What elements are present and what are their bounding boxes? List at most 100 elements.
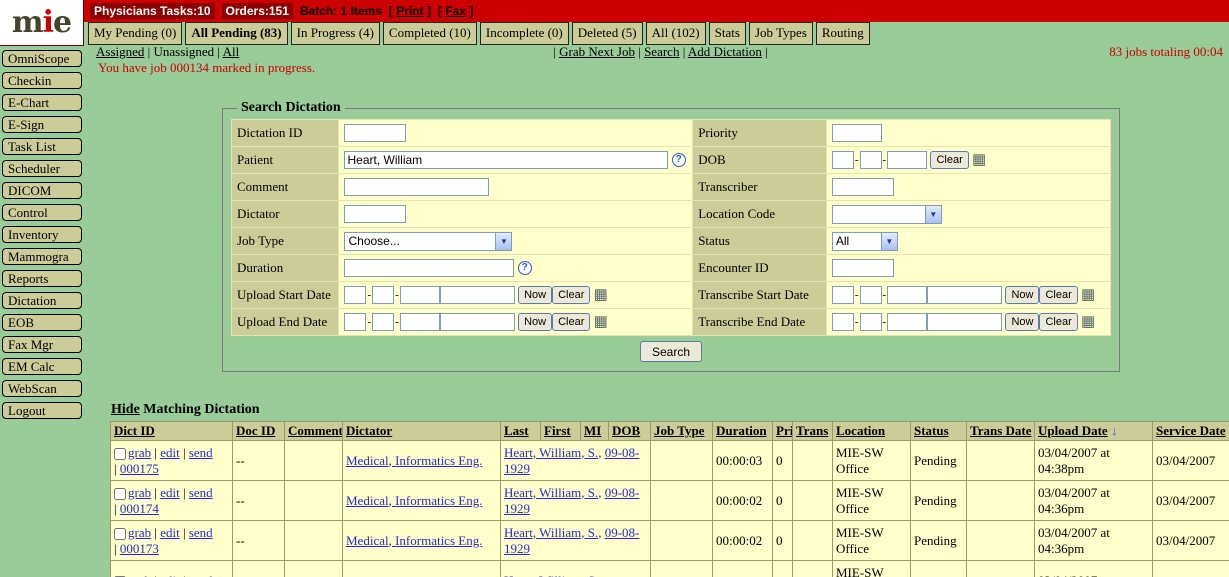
sidebar-item-checkin[interactable]: Checkin: [2, 72, 82, 89]
upload-end-clear-button[interactable]: Clear: [552, 313, 590, 331]
transcriber-input[interactable]: [832, 178, 894, 196]
help-icon[interactable]: ?: [518, 261, 532, 275]
duration-input[interactable]: [344, 259, 514, 277]
edit-link[interactable]: edit: [160, 525, 180, 540]
sidebar-item-inventory[interactable]: Inventory: [2, 226, 82, 243]
dictator-input[interactable]: [344, 205, 406, 223]
transcribe-end-month-input[interactable]: [832, 313, 854, 331]
transcribe-start-clear-button[interactable]: Clear: [1039, 286, 1077, 304]
tab-incomplete[interactable]: Incomplete (0): [480, 22, 569, 45]
dict-id-link[interactable]: 000175: [120, 461, 159, 476]
edit-link[interactable]: edit: [160, 573, 180, 577]
tab-deleted[interactable]: Deleted (5): [572, 22, 643, 45]
calendar-icon[interactable]: ▦: [594, 315, 608, 329]
dob-clear-button[interactable]: Clear: [930, 151, 968, 169]
edit-link[interactable]: edit: [160, 445, 180, 460]
col-dob[interactable]: DOB: [612, 423, 640, 438]
unassigned-current[interactable]: Unassigned: [154, 44, 215, 59]
send-link[interactable]: send: [189, 485, 213, 500]
col-last[interactable]: Last: [504, 423, 529, 438]
encounter-id-input[interactable]: [832, 259, 894, 277]
col-trans-date[interactable]: Trans Date: [970, 423, 1032, 438]
tab-stats[interactable]: Stats: [709, 22, 746, 45]
dict-id-link[interactable]: 000173: [120, 541, 159, 556]
sidebar-item-fax-mgr[interactable]: Fax Mgr: [2, 336, 82, 353]
patient-link[interactable]: Heart, William, S.,: [504, 573, 601, 577]
app-logo[interactable]: mie: [0, 0, 84, 46]
tab-all[interactable]: All (102): [646, 22, 706, 45]
calendar-icon[interactable]: ▦: [1081, 288, 1095, 302]
send-link[interactable]: send: [189, 525, 213, 540]
col-status[interactable]: Status: [914, 423, 949, 438]
col-duration[interactable]: Duration: [716, 423, 767, 438]
dob-month-input[interactable]: [832, 151, 854, 169]
sidebar-item-e-chart[interactable]: E-Chart: [2, 94, 82, 111]
patient-input[interactable]: [344, 151, 668, 169]
send-link[interactable]: send: [189, 573, 213, 577]
edit-link[interactable]: edit: [160, 485, 180, 500]
upload-end-time-input[interactable]: [440, 313, 515, 331]
row-select-checkbox[interactable]: [114, 488, 126, 500]
dictator-link[interactable]: Medical, Informatics Eng.: [346, 493, 482, 508]
add-dictation-link[interactable]: Add Dictation: [688, 44, 762, 59]
tab-in-progress[interactable]: In Progress (4): [291, 22, 380, 45]
sidebar-item-logout[interactable]: Logout: [2, 402, 82, 419]
sidebar-item-dicom[interactable]: DICOM: [2, 182, 82, 199]
dictation-id-input[interactable]: [344, 124, 406, 142]
send-link[interactable]: send: [189, 445, 213, 460]
upload-end-now-button[interactable]: Now: [518, 313, 552, 331]
upload-start-now-button[interactable]: Now: [518, 286, 552, 304]
orders-badge[interactable]: Orders:151: [222, 3, 293, 19]
sidebar-item-scheduler[interactable]: Scheduler: [2, 160, 82, 177]
search-link[interactable]: Search: [644, 44, 679, 59]
print-link[interactable]: Print: [396, 4, 423, 18]
hide-link[interactable]: Hide: [111, 402, 140, 417]
col-trans[interactable]: Trans: [796, 423, 828, 438]
calendar-icon[interactable]: ▦: [1081, 315, 1095, 329]
sidebar-item-em-calc[interactable]: EM Calc: [2, 358, 82, 375]
comment-input[interactable]: [344, 178, 489, 196]
transcribe-start-now-button[interactable]: Now: [1005, 286, 1039, 304]
transcribe-end-now-button[interactable]: Now: [1005, 313, 1039, 331]
calendar-icon[interactable]: ▦: [594, 288, 608, 302]
calendar-icon[interactable]: ▦: [972, 153, 986, 167]
sidebar-item-eob[interactable]: EOB: [2, 314, 82, 331]
patient-link[interactable]: Heart, William, S.,: [504, 445, 601, 460]
col-job-type[interactable]: Job Type: [654, 423, 704, 438]
job-type-select[interactable]: Choose...▼: [344, 232, 512, 251]
grab-link[interactable]: grab: [128, 445, 151, 460]
patient-link[interactable]: Heart, William, S.,: [504, 485, 601, 500]
grab-next-job-link[interactable]: Grab Next Job: [559, 44, 635, 59]
transcribe-end-year-input[interactable]: [887, 313, 927, 331]
col-comment[interactable]: Comment: [288, 423, 343, 438]
sort-icon[interactable]: ↓: [1111, 423, 1118, 438]
transcribe-start-month-input[interactable]: [832, 286, 854, 304]
sidebar-item-mammogra[interactable]: Mammogra: [2, 248, 82, 265]
search-button[interactable]: Search: [640, 341, 702, 362]
status-select[interactable]: All▼: [832, 232, 898, 251]
dict-id-link[interactable]: 000174: [120, 501, 159, 516]
help-icon[interactable]: ?: [672, 153, 686, 167]
fax-link[interactable]: Fax: [445, 4, 466, 18]
patient-link[interactable]: Heart, William, S.,: [504, 525, 601, 540]
col-doc-id[interactable]: Doc ID: [236, 423, 275, 438]
transcribe-start-year-input[interactable]: [887, 286, 927, 304]
grab-link[interactable]: grab: [128, 485, 151, 500]
transcribe-end-time-input[interactable]: [927, 313, 1002, 331]
dob-year-input[interactable]: [887, 151, 927, 169]
col-upload-date[interactable]: Upload Date: [1038, 423, 1108, 438]
row-select-checkbox[interactable]: [114, 528, 126, 540]
col-location[interactable]: Location: [836, 423, 885, 438]
tab-my-pending[interactable]: My Pending (0): [88, 22, 182, 45]
dob-day-input[interactable]: [860, 151, 882, 169]
upload-start-time-input[interactable]: [440, 286, 515, 304]
upload-start-month-input[interactable]: [344, 286, 366, 304]
location-code-select[interactable]: ▼: [832, 205, 942, 224]
upload-end-year-input[interactable]: [400, 313, 440, 331]
sidebar-item-omniscope[interactable]: OmniScope: [2, 50, 82, 67]
upload-start-day-input[interactable]: [372, 286, 394, 304]
sidebar-item-reports[interactable]: Reports: [2, 270, 82, 287]
transcribe-end-day-input[interactable]: [860, 313, 882, 331]
col-dict-id[interactable]: Dict ID: [114, 423, 155, 438]
row-select-checkbox[interactable]: [114, 448, 126, 460]
